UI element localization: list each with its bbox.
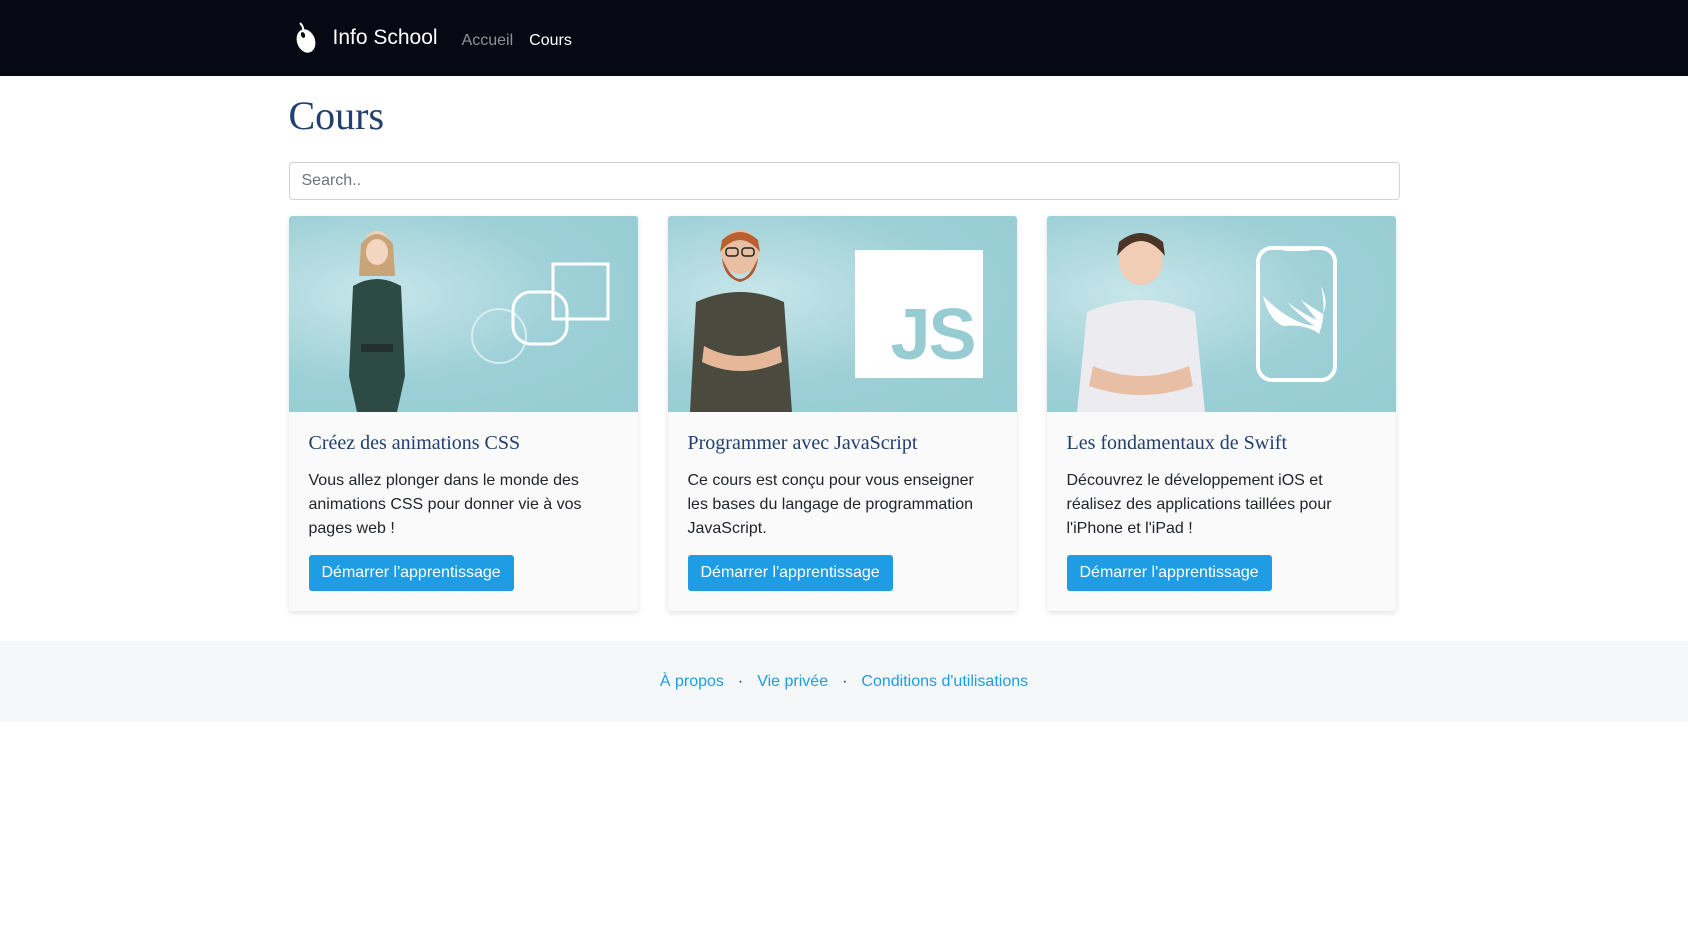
- search-input[interactable]: [288, 162, 1400, 200]
- navbar: Info School Accueil Cours: [0, 0, 1688, 76]
- card-title: Programmer avec JavaScript: [687, 432, 918, 454]
- course-cards: Créez des animations CSS Vous allez plon…: [288, 216, 1400, 611]
- footer-separator: ·: [842, 672, 848, 690]
- start-learning-button[interactable]: Démarrer l'apprentissage: [687, 555, 893, 591]
- course-image-swift: [1046, 216, 1396, 412]
- footer-link-privacy[interactable]: Vie privée: [757, 673, 828, 691]
- nav-link-cours[interactable]: Cours: [529, 32, 572, 50]
- course-card-css: Créez des animations CSS Vous allez plon…: [288, 216, 638, 611]
- course-card-swift: Les fondamentaux de Swift Découvrez le d…: [1046, 216, 1396, 611]
- footer-link-about[interactable]: À propos: [660, 673, 724, 691]
- card-body: Les fondamentaux de Swift Découvrez le d…: [1047, 412, 1396, 611]
- card-description: Vous allez plonger dans le monde des ani…: [308, 472, 582, 537]
- main-content: Cours Créez des animations: [288, 93, 1400, 611]
- footer-links: À propos · Vie privée · Conditions d'uti…: [660, 673, 1028, 691]
- footer-separator: ·: [737, 672, 744, 690]
- nav-links: Accueil Cours: [462, 32, 572, 50]
- nav-link-accueil[interactable]: Accueil: [462, 32, 514, 50]
- card-body: Programmer avec JavaScript Ce cours est …: [668, 412, 1017, 611]
- footer: À propos · Vie privée · Conditions d'uti…: [0, 641, 1688, 722]
- course-image-css: [288, 216, 638, 412]
- brand-name: Info School: [332, 26, 438, 49]
- card-description: Découvrez le développement iOS et réalis…: [1066, 472, 1332, 537]
- javascript-logo: JS: [890, 295, 977, 375]
- course-image-javascript: JS: [667, 216, 1017, 412]
- brand-link[interactable]: Info School: [289, 21, 438, 55]
- card-description: Ce cours est conçu pour vous enseigner l…: [687, 472, 974, 537]
- start-learning-button[interactable]: Démarrer l'apprentissage: [1066, 555, 1272, 591]
- footer-link-terms[interactable]: Conditions d'utilisations: [861, 673, 1028, 691]
- card-title: Les fondamentaux de Swift: [1066, 432, 1288, 454]
- start-learning-button[interactable]: Démarrer l'apprentissage: [308, 555, 514, 591]
- course-card-javascript: JS Programmer avec JavaScript Ce cours e…: [667, 216, 1017, 611]
- card-body: Créez des animations CSS Vous allez plon…: [289, 412, 638, 611]
- page-title: Cours: [288, 93, 385, 138]
- card-title: Créez des animations CSS: [308, 432, 521, 454]
- computer-mouse-icon: [289, 21, 323, 55]
